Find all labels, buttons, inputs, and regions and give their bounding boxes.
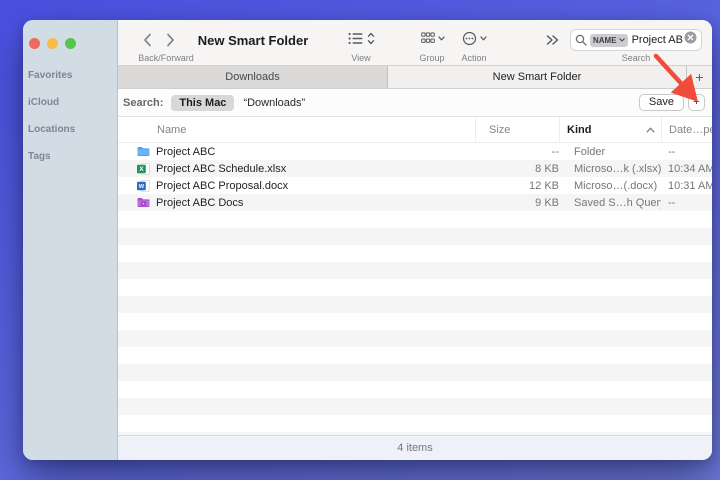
file-row[interactable]: Project ABC -- Folder --	[118, 143, 712, 160]
plus-icon: +	[695, 69, 703, 85]
file-date: 10:31 AM	[661, 180, 712, 192]
file-list: Project ABC -- Folder -- X Project ABC S…	[118, 143, 712, 435]
group-label: Group	[414, 53, 450, 63]
tab-label: Downloads	[225, 71, 279, 83]
file-name-cell: X Project ABC Schedule.xlsx	[118, 163, 475, 175]
file-date: --	[661, 146, 712, 158]
action-button[interactable]	[462, 31, 487, 46]
file-kind: Microso…(.docx)	[559, 180, 661, 192]
column-header-size[interactable]: Size	[475, 117, 559, 142]
file-row[interactable]: Project ABC Docs 9 KB Saved S…h Query --	[118, 194, 712, 211]
file-row[interactable]: X Project ABC Schedule.xlsx 8 KB Microso…	[118, 160, 712, 177]
window-controls	[23, 20, 117, 49]
action-label: Action	[456, 53, 492, 63]
search-field[interactable]: NAME Project AB	[570, 29, 702, 51]
scope-this-mac-button[interactable]: This Mac	[171, 95, 234, 111]
search-icon	[575, 34, 587, 46]
column-header-kind[interactable]: Kind	[559, 117, 661, 142]
file-name-cell: W Project ABC Proposal.docx	[118, 180, 475, 192]
file-date: --	[661, 197, 712, 209]
file-name: Project ABC Docs	[156, 197, 243, 209]
tab-label: New Smart Folder	[493, 71, 582, 83]
chevron-right-icon	[166, 33, 175, 47]
sort-ascending-icon	[646, 127, 655, 133]
sidebar-section-favorites: Favorites	[23, 62, 117, 89]
toolbar-overflow-button[interactable]	[545, 34, 559, 46]
file-kind: Microso…k (.xlsx)	[559, 163, 661, 175]
clear-search-button[interactable]	[684, 31, 697, 49]
svg-text:X: X	[139, 166, 144, 173]
status-bar: 4 items	[118, 435, 712, 460]
folder-icon	[137, 146, 150, 157]
file-date: 10:34 AM	[661, 163, 712, 175]
save-search-button[interactable]: Save	[639, 94, 684, 111]
search-criteria-token[interactable]: NAME	[590, 34, 628, 47]
view-button[interactable]	[348, 32, 375, 45]
column-header-label: Kind	[567, 124, 591, 136]
forward-button[interactable]	[166, 33, 175, 52]
sidebar-section-tags: Tags	[23, 143, 117, 170]
file-size: 9 KB	[475, 197, 559, 209]
up-down-chevrons-icon	[367, 32, 375, 45]
tab-new-smart-folder[interactable]: New Smart Folder	[388, 66, 686, 88]
search-input-value[interactable]: Project AB	[632, 34, 683, 46]
column-header-label: Date…pe	[669, 124, 712, 136]
file-row[interactable]: W Project ABC Proposal.docx 12 KB Micros…	[118, 177, 712, 194]
double-chevron-right-icon	[545, 34, 559, 46]
group-grid-icon	[421, 32, 435, 44]
file-size: --	[475, 146, 559, 158]
group-button[interactable]	[421, 32, 445, 44]
toolbar: Back/Forward New Smart Folder View	[118, 20, 712, 65]
sidebar: Favorites iCloud Locations Tags	[23, 20, 118, 460]
item-count: 4 items	[397, 442, 432, 454]
finder-window: Favorites iCloud Locations Tags Back/For…	[23, 20, 712, 460]
column-header-label: Size	[489, 124, 510, 136]
file-kind: Folder	[559, 146, 661, 158]
column-header-date[interactable]: Date…pe	[661, 117, 712, 142]
minimize-window-button[interactable]	[47, 38, 58, 49]
sidebar-section-icloud: iCloud	[23, 89, 117, 116]
file-name-cell: Project ABC Docs	[118, 197, 475, 209]
list-view-icon	[348, 32, 364, 45]
ellipsis-circle-icon	[462, 31, 477, 46]
file-name: Project ABC	[156, 146, 215, 158]
chevron-down-icon	[480, 36, 487, 41]
search-label: Search	[606, 53, 666, 63]
tab-bar: Downloads New Smart Folder +	[118, 65, 712, 89]
file-name: Project ABC Schedule.xlsx	[156, 163, 286, 175]
main-pane: Back/Forward New Smart Folder View	[118, 20, 712, 460]
zoom-window-button[interactable]	[65, 38, 76, 49]
window-title: New Smart Folder	[183, 33, 323, 48]
file-kind: Saved S…h Query	[559, 197, 661, 209]
sidebar-sections: Favorites iCloud Locations Tags	[23, 62, 117, 170]
close-icon	[684, 31, 697, 44]
back-button[interactable]	[143, 33, 152, 52]
search-scope-label: Search:	[123, 97, 163, 109]
chevron-down-icon	[438, 36, 445, 41]
file-size: 8 KB	[475, 163, 559, 175]
sidebar-section-locations: Locations	[23, 116, 117, 143]
svg-text:W: W	[139, 184, 145, 190]
scope-downloads-button[interactable]: “Downloads”	[243, 97, 305, 109]
view-label: View	[346, 53, 376, 63]
excel-icon: X	[137, 163, 150, 175]
file-name-cell: Project ABC	[118, 146, 475, 158]
chevron-left-icon	[143, 33, 152, 47]
back-forward-label: Back/Forward	[120, 53, 212, 63]
search-scope-bar: Search: This Mac “Downloads” Save +	[118, 89, 712, 117]
add-search-criteria-button[interactable]: +	[688, 94, 705, 111]
new-tab-button[interactable]: +	[686, 66, 712, 88]
file-size: 12 KB	[475, 180, 559, 192]
desktop: { "window": { "title": "New Smart Folder…	[0, 0, 720, 480]
file-name: Project ABC Proposal.docx	[156, 180, 288, 192]
close-window-button[interactable]	[29, 38, 40, 49]
search-token-label: NAME	[593, 36, 617, 45]
column-header-name[interactable]: Name	[118, 124, 475, 136]
smart-folder-icon	[137, 197, 150, 208]
navigation-buttons	[143, 33, 175, 52]
tab-downloads[interactable]: Downloads	[118, 66, 388, 88]
chevron-down-icon	[619, 38, 625, 42]
word-icon: W	[137, 180, 150, 192]
column-headers: Name Size Kind Date…pe	[118, 117, 712, 143]
